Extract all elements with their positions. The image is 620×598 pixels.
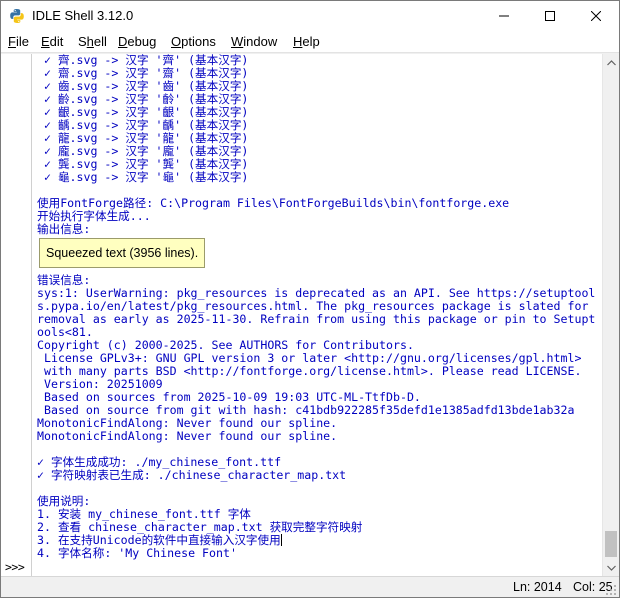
scroll-thumb[interactable] — [605, 531, 617, 557]
shell-editor[interactable]: >>> ✓ 齊.svg -> 汉字 '齊' (基本汉字) ✓ 齋.svg -> … — [1, 54, 619, 576]
output-line: MonotonicFindAlong: Never found our spli… — [37, 429, 338, 443]
output-block-after: 错误信息: sys:1: UserWarning: pkg_resources … — [37, 274, 601, 560]
menu-window[interactable]: Window — [231, 34, 277, 49]
shell-output[interactable]: ✓ 齊.svg -> 汉字 '齊' (基本汉字) ✓ 齋.svg -> 汉字 '… — [37, 54, 601, 576]
output-line: 4. 字体名称: 'My Chinese Font' — [37, 546, 237, 560]
menu-debug[interactable]: Debug — [118, 34, 156, 49]
vertical-scrollbar[interactable] — [602, 54, 619, 576]
chevron-down-icon — [607, 565, 616, 571]
menu-help[interactable]: Help — [293, 34, 320, 49]
close-icon — [591, 11, 601, 21]
idle-shell-window: IDLE Shell 3.12.0 File Edit Shell Debug … — [0, 0, 620, 598]
output-block-before: ✓ 齊.svg -> 汉字 '齊' (基本汉字) ✓ 齋.svg -> 汉字 '… — [37, 54, 601, 236]
menu-bar: File Edit Shell Debug Options Window Hel… — [1, 31, 619, 53]
output-line: ✓ 字符映射表已生成: ./chinese_character_map.txt — [37, 468, 347, 482]
status-line-number: Ln: 2014 — [513, 580, 562, 594]
resize-grip-icon[interactable] — [605, 584, 617, 596]
menu-options[interactable]: Options — [171, 34, 216, 49]
minimize-button[interactable] — [481, 1, 527, 31]
window-title: IDLE Shell 3.12.0 — [32, 8, 134, 23]
menu-file[interactable]: File — [8, 34, 29, 49]
squeezed-text-button[interactable]: Squeezed text (3956 lines). — [39, 238, 206, 268]
output-line: 输出信息: — [37, 222, 91, 236]
minimize-icon — [499, 15, 509, 17]
close-button[interactable] — [573, 1, 619, 31]
shell-prompt: >>> — [5, 560, 25, 574]
menu-shell[interactable]: Shell — [78, 34, 107, 49]
maximize-button[interactable] — [527, 1, 573, 31]
chevron-up-icon — [607, 59, 616, 65]
menu-edit[interactable]: Edit — [41, 34, 63, 49]
prompt-gutter: >>> — [1, 54, 32, 576]
title-bar[interactable]: IDLE Shell 3.12.0 — [1, 1, 619, 31]
maximize-icon — [545, 11, 555, 21]
scroll-down-button[interactable] — [603, 559, 620, 576]
output-line: removal as early as 2025-11-30. Refrain … — [37, 312, 596, 326]
output-line: ✓ 龜.svg -> 汉字 '龜' (基本汉字) — [37, 170, 249, 184]
status-bar: Ln: 2014 Col: 25 — [1, 576, 619, 597]
text-cursor — [280, 534, 282, 546]
output-line: 开始执行字体生成... — [37, 209, 151, 223]
python-icon — [10, 9, 24, 23]
scroll-up-button[interactable] — [603, 54, 620, 71]
